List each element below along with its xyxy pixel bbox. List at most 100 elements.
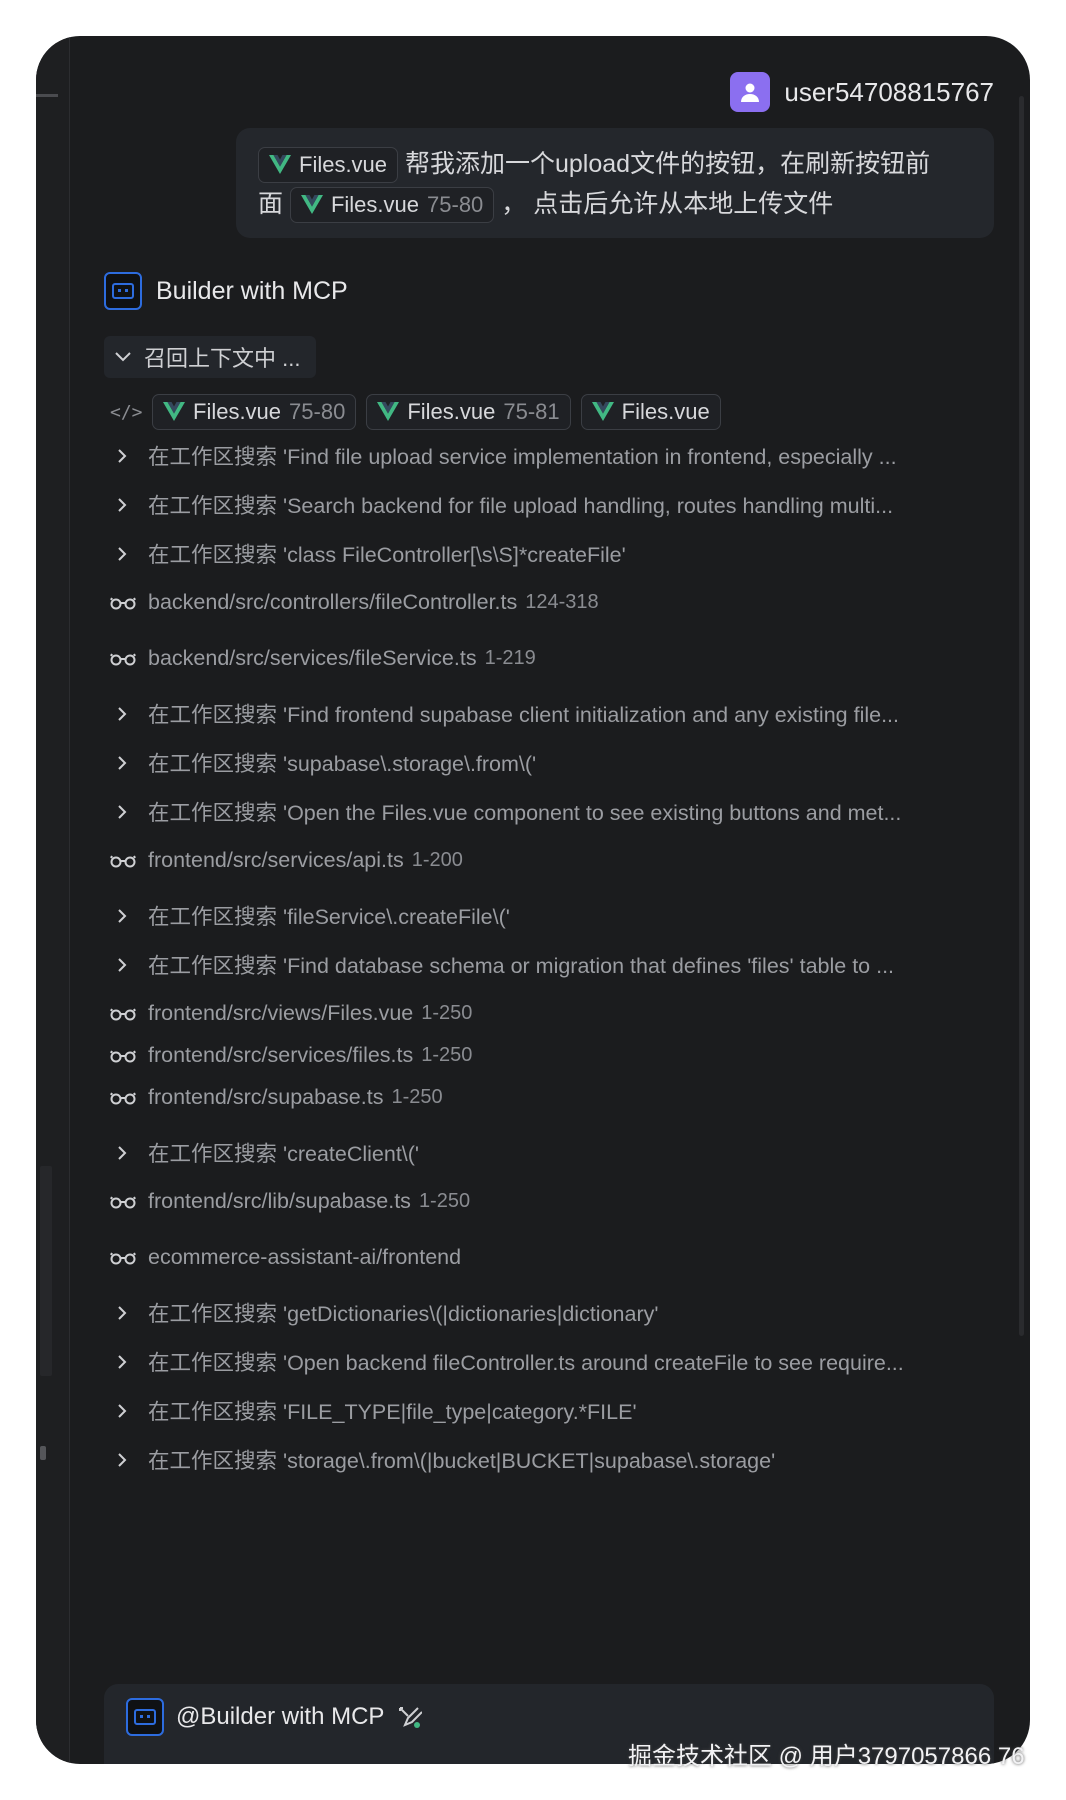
assistant-header: Builder with MCP — [104, 272, 348, 310]
message-text: ， 点击后允许从本地上传文件 — [501, 190, 834, 218]
search-step[interactable]: 在工作区搜索 'Find file upload service impleme… — [110, 440, 897, 471]
vue-icon — [377, 402, 400, 421]
tools-icon[interactable] — [396, 1704, 423, 1730]
step-text: 在工作区搜索 'Find file upload service impleme… — [148, 445, 897, 469]
vue-icon — [300, 195, 323, 215]
search-step[interactable]: 在工作区搜索 'Find frontend supabase client in… — [110, 698, 899, 729]
step-text: 在工作区搜索 'getDictionaries\(|dictionaries|d… — [148, 1302, 659, 1326]
search-step[interactable]: 在工作区搜索 'getDictionaries\(|dictionaries|d… — [110, 1297, 658, 1328]
step-text: frontend/src/services/files.ts — [148, 1043, 414, 1067]
glasses-icon — [110, 1007, 148, 1021]
step-text: ecommerce-assistant-ai/frontend — [148, 1245, 462, 1269]
step-text: 在工作区搜索 'supabase\.storage\.from\(' — [148, 752, 537, 776]
file-chip[interactable]: Files.vue 75-81 — [366, 394, 571, 430]
chevron-right-icon — [110, 755, 148, 771]
chat-panel: user54708815767 Files.vue 帮我添加一个upload文件… — [36, 36, 1030, 1764]
assistant-title: Builder with MCP — [156, 276, 348, 305]
chevron-right-icon — [110, 804, 148, 820]
step-text: backend/src/controllers/fileController.t… — [148, 590, 518, 614]
file-chip-range: 75-80 — [289, 399, 346, 424]
step-range: 1-250 — [421, 1002, 473, 1024]
read-step[interactable]: backend/src/services/fileService.ts 1-219 — [110, 646, 536, 671]
step-text: frontend/src/lib/supabase.ts — [148, 1189, 411, 1213]
message-text: 帮我添加一个upload文件的按钮，在刷新按钮前 — [405, 150, 931, 178]
search-step[interactable]: 在工作区搜索 'createClient\(' — [110, 1137, 419, 1168]
step-text: frontend/src/views/Files.vue — [148, 1001, 414, 1025]
message-text: 面 — [258, 190, 284, 218]
read-step[interactable]: frontend/src/services/files.ts 1-250 — [110, 1043, 472, 1068]
file-chip[interactable]: Files.vue 75-80 — [152, 394, 357, 430]
glasses-icon — [110, 1195, 148, 1209]
file-chip[interactable]: Files.vue — [580, 394, 721, 430]
chevron-right-icon — [110, 1305, 148, 1321]
file-chip[interactable]: Files.vue — [258, 147, 399, 184]
step-text: 在工作区搜索 'createClient\(' — [148, 1142, 420, 1166]
chevron-right-icon — [110, 448, 148, 464]
read-step[interactable]: frontend/src/lib/supabase.ts 1-250 — [110, 1189, 470, 1214]
search-step[interactable]: 在工作区搜索 'supabase\.storage\.from\(' — [110, 747, 536, 778]
search-step[interactable]: 在工作区搜索 'fileService\.createFile\(' — [110, 900, 510, 931]
bot-icon — [104, 272, 142, 310]
search-step[interactable]: 在工作区搜索 'FILE_TYPE|file_type|category.*FI… — [110, 1395, 637, 1426]
search-step[interactable]: 在工作区搜索 'Search backend for file upload h… — [110, 489, 893, 520]
file-chip-name: Files.vue — [330, 192, 420, 218]
step-text: 在工作区搜索 'class FileController[\s\S]*creat… — [148, 543, 626, 567]
vue-icon — [269, 155, 291, 175]
chevron-right-icon — [110, 908, 148, 924]
watermark: 掘金技术社区 @ 用户3797057866 76 — [628, 1743, 1025, 1770]
gutter-scroll-thumb[interactable] — [40, 1166, 52, 1376]
glasses-icon — [110, 1251, 148, 1265]
file-chip-range: 75-80 — [427, 192, 484, 218]
chevron-right-icon — [110, 497, 148, 513]
file-chip[interactable]: Files.vue 75-80 — [289, 187, 495, 224]
file-chip-name: Files.vue — [193, 399, 282, 424]
gutter-marker — [36, 94, 58, 97]
search-step[interactable]: 在工作区搜索 'Open backend fileController.ts a… — [110, 1346, 904, 1377]
user-avatar-icon — [730, 72, 771, 112]
scrollbar[interactable] — [1019, 96, 1024, 1336]
step-range: 1-200 — [411, 849, 463, 871]
chevron-down-icon — [115, 352, 131, 362]
chevron-right-icon — [110, 1145, 148, 1161]
step-range: 124-318 — [525, 591, 599, 613]
step-text: 在工作区搜索 'Open backend fileController.ts a… — [148, 1351, 904, 1375]
search-step[interactable]: 在工作区搜索 'storage\.from\(|bucket|BUCKET|su… — [110, 1444, 775, 1475]
glasses-icon — [110, 1091, 148, 1105]
step-text: frontend/src/supabase.ts — [148, 1085, 384, 1109]
chevron-right-icon — [110, 1403, 148, 1419]
code-icon: </> — [110, 401, 143, 423]
file-chip-name: Files.vue — [407, 399, 496, 424]
step-text: 在工作区搜索 'Find database schema or migratio… — [148, 954, 895, 978]
read-step[interactable]: frontend/src/supabase.ts 1-250 — [110, 1085, 443, 1110]
user-header: user54708815767 — [730, 72, 994, 112]
step-range: 1-250 — [421, 1044, 473, 1066]
step-text: frontend/src/services/api.ts — [148, 848, 404, 872]
search-step[interactable]: 在工作区搜索 'class FileController[\s\S]*creat… — [110, 538, 626, 569]
file-chip-range: 75-81 — [503, 399, 560, 424]
file-chip-name: Files.vue — [299, 152, 388, 178]
gutter-handle[interactable] — [40, 1446, 46, 1460]
step-range: 1-250 — [391, 1086, 443, 1108]
step-text: 在工作区搜索 'fileService\.createFile\(' — [148, 905, 510, 929]
step-text: 在工作区搜索 'Find frontend supabase client in… — [148, 703, 899, 727]
vue-icon — [591, 402, 614, 421]
glasses-icon — [110, 854, 148, 868]
step-text: 在工作区搜索 'storage\.from\(|bucket|BUCKET|su… — [148, 1449, 776, 1473]
input-mention: @Builder with MCP — [126, 1698, 423, 1736]
step-range: 1-219 — [484, 647, 536, 669]
read-step[interactable]: ecommerce-assistant-ai/frontend — [110, 1245, 461, 1270]
recall-context-toggle[interactable]: 召回上下文中 ... — [104, 336, 316, 378]
vue-icon — [163, 402, 185, 421]
glasses-icon — [110, 596, 148, 610]
read-step[interactable]: frontend/src/services/api.ts 1-200 — [110, 848, 463, 873]
step-range: 1-250 — [418, 1190, 471, 1212]
search-step[interactable]: 在工作区搜索 'Open the Files.vue component to … — [110, 796, 901, 827]
search-step[interactable]: 在工作区搜索 'Find database schema or migratio… — [110, 949, 894, 980]
read-step[interactable]: frontend/src/views/Files.vue 1-250 — [110, 1001, 472, 1026]
chevron-right-icon — [110, 546, 148, 562]
step-text: 在工作区搜索 'Open the Files.vue component to … — [148, 801, 902, 825]
chevron-right-icon — [110, 1452, 148, 1468]
read-step[interactable]: backend/src/controllers/fileController.t… — [110, 590, 599, 615]
step-text: 在工作区搜索 'Search backend for file upload h… — [148, 494, 894, 518]
glasses-icon — [110, 652, 148, 666]
